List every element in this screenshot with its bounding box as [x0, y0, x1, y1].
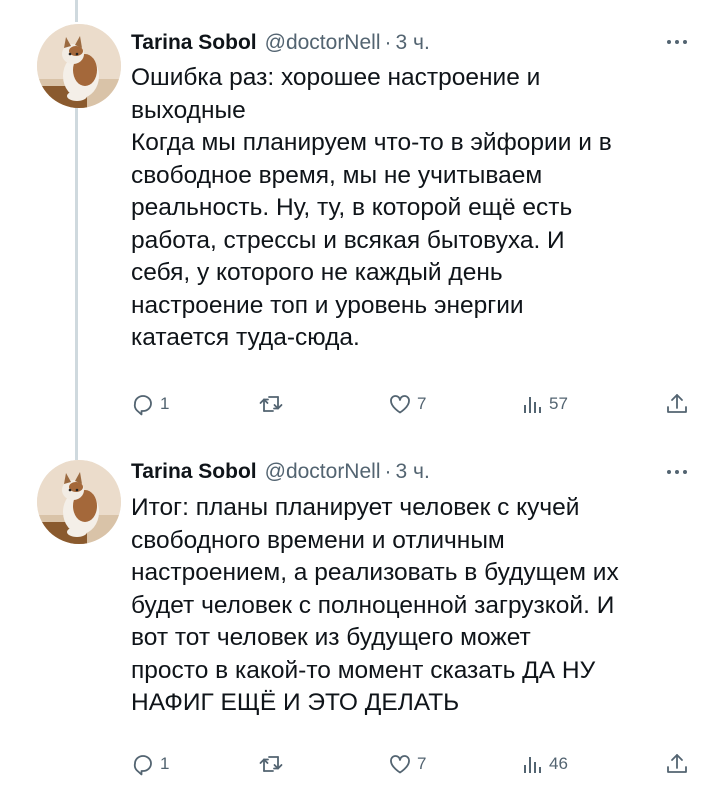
timestamp[interactable]: 3 ч.: [395, 31, 429, 55]
separator-dot: ·: [384, 460, 392, 483]
reply-icon: [133, 755, 152, 776]
views-icon: [524, 757, 541, 773]
tweet-text-line: работа, стрессы и всякая бытовуха. И: [131, 226, 565, 254]
share-icon: [667, 754, 687, 773]
author-avatar[interactable]: [37, 460, 121, 544]
separator-dot: ·: [384, 31, 392, 54]
tweet-text-line: Итог: планы планирует человек с кучей: [131, 494, 580, 521]
views-button[interactable]: 46: [520, 748, 568, 780]
more-options-icon: [667, 470, 687, 474]
tweet-text-line: просто в какой-то момент сказать ДА НУ: [131, 656, 596, 684]
share-button[interactable]: [664, 748, 690, 780]
tweet-text-line: свободное время, мы не учитываем: [131, 161, 543, 189]
author-handle[interactable]: @doctorNell: [265, 460, 381, 484]
timestamp[interactable]: 3 ч.: [395, 460, 429, 484]
author-name[interactable]: Tarina Sobol: [131, 31, 257, 55]
tweet-text-line: реальность. Ну, ту, в которой ещё есть: [131, 194, 573, 221]
reply-count: 1: [160, 394, 170, 413]
like-count: 7: [417, 394, 427, 413]
retweet-icon: [259, 756, 283, 772]
like-icon: [390, 395, 410, 414]
views-count: 57: [549, 394, 568, 413]
tweet-text-line: вот тот человек из будущего может: [131, 624, 531, 651]
tweet-actions: 1 7 57: [131, 388, 696, 420]
views-button[interactable]: 57: [520, 388, 568, 420]
author-name[interactable]: Tarina Sobol: [131, 460, 257, 484]
reply-count: 1: [160, 754, 170, 773]
like-button[interactable]: 7: [388, 748, 426, 780]
tweet-text-line: свободного времени и отличным: [131, 526, 505, 554]
retweet-button[interactable]: [258, 748, 289, 780]
retweet-icon: [259, 396, 283, 412]
views-count: 46: [549, 754, 568, 773]
retweet-button[interactable]: [258, 388, 289, 420]
tweet[interactable]: Tarina Sobol @doctorNell · 3 ч. Ошибка р…: [0, 0, 725, 440]
tweet-text-line: себя, у которого не каждый день: [131, 259, 503, 286]
cat-avatar-icon: [37, 460, 121, 544]
like-count: 7: [417, 754, 427, 773]
share-button[interactable]: [664, 388, 690, 420]
tweet-text-line: настроением, а реализовать в будущем их: [131, 559, 619, 586]
like-icon: [390, 755, 410, 774]
tweet-text: Ошибка раз: хорошее настроение и выходны…: [131, 62, 701, 355]
cat-avatar-icon: [37, 24, 121, 108]
tweet-header: Tarina Sobol @doctorNell · 3 ч.: [131, 29, 430, 57]
views-icon: [524, 397, 541, 413]
share-icon: [667, 394, 687, 413]
like-button[interactable]: 7: [388, 388, 426, 420]
more-options-button[interactable]: [662, 462, 692, 482]
tweet-actions: 1 7 46: [131, 748, 696, 780]
tweet-text-line: НАФИГ ЕЩЁ И ЭТО ДЕЛАТЬ: [131, 689, 460, 716]
tweet-text-line: будет человек с полноценной загрузкой. И: [131, 591, 615, 619]
tweet-text: Итог: планы планирует человек с кучей св…: [131, 492, 701, 720]
reply-button[interactable]: 1: [131, 388, 169, 420]
tweet-text-line: настроение топ и уровень энергии: [131, 291, 524, 319]
reply-button[interactable]: 1: [131, 748, 169, 780]
tweet-text-line: Ошибка раз: хорошее настроение и: [131, 64, 541, 91]
reply-icon: [133, 395, 152, 416]
tweet-header: Tarina Sobol @doctorNell · 3 ч.: [131, 458, 430, 486]
more-options-icon: [667, 40, 687, 44]
more-options-button[interactable]: [662, 32, 692, 52]
author-avatar[interactable]: [37, 24, 121, 108]
author-handle[interactable]: @doctorNell: [265, 31, 381, 55]
tweet-text-line: Когда мы планируем что-то в эйфории и в: [131, 129, 612, 156]
tweet[interactable]: Tarina Sobol @doctorNell · 3 ч. Итог: пл…: [0, 440, 725, 800]
tweet-text-line: выходные: [131, 96, 246, 124]
tweet-text-line: катается туда-сюда.: [131, 324, 360, 351]
